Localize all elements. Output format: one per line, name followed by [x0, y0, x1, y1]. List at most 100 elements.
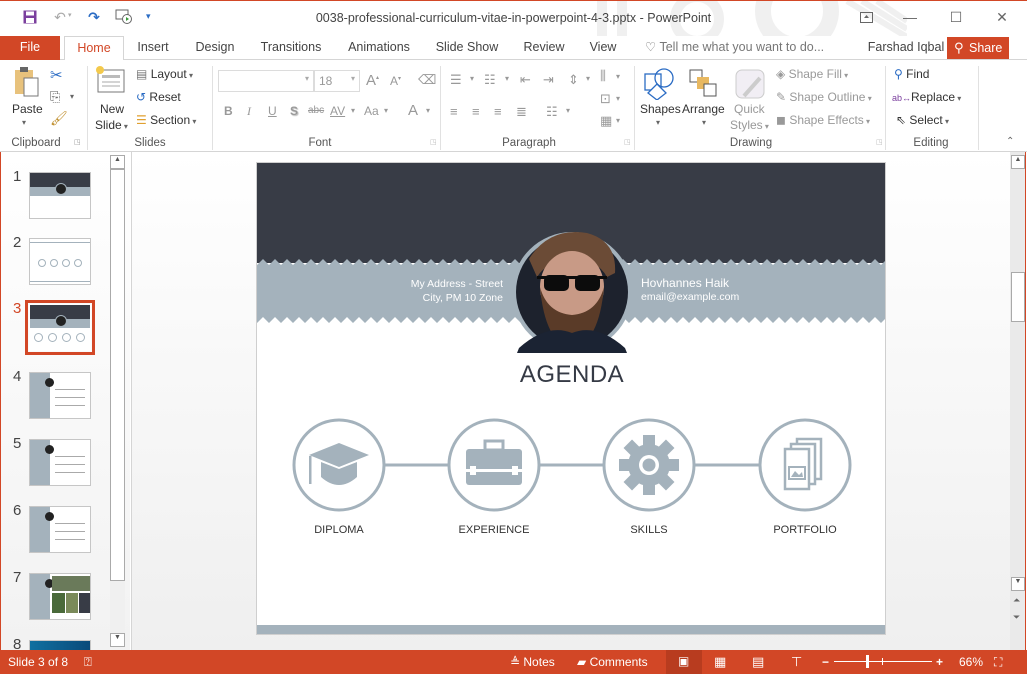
slide-thumbnail-4[interactable] [29, 372, 91, 419]
increase-indent-icon[interactable]: ⇥ [543, 72, 554, 88]
layout-button[interactable]: ▤ Layout ▾ [136, 67, 193, 81]
smartart-icon[interactable]: ▦ [600, 113, 612, 129]
tab-design[interactable]: Design [188, 36, 242, 60]
clipboard-launcher-icon[interactable]: ◳ [74, 138, 81, 146]
slide-thumbnail-2[interactable] [29, 238, 91, 285]
tab-slide-show[interactable]: Slide Show [430, 36, 504, 60]
zoom-slider-track[interactable] [834, 661, 932, 662]
close-icon[interactable]: ✕ [982, 5, 1022, 29]
bold-button[interactable]: B [224, 104, 233, 118]
underline-button[interactable]: U [268, 104, 277, 118]
font-launcher-icon[interactable]: ◳ [430, 138, 437, 146]
slide-canvas[interactable]: My Address - Street City, PM 10 Zone Hov… [256, 162, 886, 635]
thumbnail-scrollbar[interactable]: ▲ ▼ [110, 155, 125, 647]
slide-show-view-icon[interactable]: ⊤ [791, 654, 802, 670]
scroll-up-icon[interactable]: ▲ [1011, 155, 1025, 169]
quick-styles-label-1[interactable]: Quick [734, 102, 765, 116]
tab-review[interactable]: Review [516, 36, 572, 60]
comments-button[interactable]: ▰ Comments [577, 654, 648, 670]
paste-button[interactable] [12, 66, 42, 103]
numbering-icon[interactable]: ☷ [484, 72, 496, 88]
zoom-in-button[interactable]: + [936, 654, 943, 670]
slide-thumbnail-5[interactable] [29, 439, 91, 486]
section-button[interactable]: ☰ Section ▾ [136, 113, 196, 127]
slide-sorter-icon[interactable]: ▦ [714, 654, 726, 670]
spell-check-icon[interactable]: ⍰ [84, 654, 92, 670]
maximize-icon[interactable]: ☐ [936, 5, 976, 29]
align-right-icon[interactable]: ≡ [494, 104, 502, 119]
text-direction-dropdown-icon[interactable]: ▾ [616, 72, 620, 81]
tab-view[interactable]: View [582, 36, 624, 60]
shape-fill-button[interactable]: ◈ Shape Fill ▾ [776, 67, 848, 81]
arrange-label[interactable]: Arrange [682, 102, 725, 116]
shapes-icon[interactable] [642, 66, 676, 103]
scroll-up-icon[interactable]: ▲ [110, 155, 125, 169]
shape-outline-button[interactable]: ✎ Shape Outline ▾ [776, 90, 872, 104]
font-color-dropdown-icon[interactable]: ▾ [426, 106, 430, 115]
smartart-dropdown-icon[interactable]: ▾ [616, 116, 620, 125]
center-icon[interactable]: ≡ [472, 104, 480, 119]
editor-scrollbar[interactable]: ▲ ▼ ⏶ ⏷ [1010, 152, 1026, 650]
zoom-level[interactable]: 66% [959, 654, 983, 670]
line-spacing-dropdown-icon[interactable]: ▾ [586, 74, 590, 83]
scrollbar-thumb[interactable] [1011, 272, 1025, 322]
normal-view-button[interactable]: ▣ [666, 650, 702, 674]
line-spacing-icon[interactable]: ⇕ [568, 72, 579, 88]
paste-label[interactable]: Paste [12, 102, 43, 116]
align-left-icon[interactable]: ≡ [450, 104, 458, 119]
reset-button[interactable]: ↺ Reset [136, 90, 181, 104]
tab-insert[interactable]: Insert [128, 36, 178, 60]
new-slide-icon[interactable] [96, 66, 126, 97]
shadow-button[interactable]: S [290, 104, 298, 118]
font-color-button[interactable]: A [408, 102, 418, 119]
shape-effects-button[interactable]: ◼ Shape Effects ▾ [776, 113, 870, 127]
slide-thumbnail-1[interactable] [29, 172, 91, 219]
arrange-icon[interactable] [688, 68, 718, 101]
format-painter-icon[interactable]: 🖌 [50, 110, 68, 127]
scrollbar-thumb[interactable] [110, 169, 125, 581]
zoom-slider-thumb[interactable] [866, 655, 870, 668]
select-button[interactable]: ⇖ Select ▾ [896, 113, 949, 127]
tab-animations[interactable]: Animations [340, 36, 418, 60]
reading-view-icon[interactable]: ▤ [752, 654, 764, 670]
decrease-indent-icon[interactable]: ⇤ [520, 72, 531, 88]
slide-thumbnail-6[interactable] [29, 506, 91, 553]
italic-button[interactable]: I [247, 104, 251, 119]
bullets-icon[interactable]: ☰ [450, 72, 462, 88]
minimize-icon[interactable]: — [890, 5, 930, 29]
decrease-font-size-icon[interactable]: A▾ [390, 74, 401, 88]
quick-styles-button[interactable]: Styles ▾ [730, 118, 769, 132]
replace-button[interactable]: ab↔Replace ▾ [892, 90, 961, 104]
copy-dropdown-icon[interactable]: ▾ [70, 92, 74, 101]
cut-icon[interactable]: ✂ [50, 66, 63, 84]
shapes-label[interactable]: Shapes [640, 102, 681, 116]
previous-slide-icon[interactable]: ⏶ [1013, 595, 1020, 606]
font-name-combo[interactable]: ▾ [218, 70, 314, 92]
change-case-dropdown-icon[interactable]: ▾ [384, 106, 388, 115]
align-text-dropdown-icon[interactable]: ▾ [616, 94, 620, 103]
bullets-dropdown-icon[interactable]: ▾ [470, 74, 474, 83]
clear-formatting-icon[interactable]: ⌫ [418, 72, 436, 88]
columns-icon[interactable]: ☷ [546, 104, 558, 120]
slide-thumbnail-3[interactable] [25, 300, 95, 355]
quick-styles-icon[interactable] [734, 68, 766, 103]
fit-slide-icon[interactable]: ⛶ [994, 654, 1002, 670]
scroll-down-icon[interactable]: ▼ [1011, 577, 1025, 591]
ribbon-display-options-icon[interactable] [846, 5, 886, 29]
tab-home[interactable]: Home [64, 36, 124, 61]
tab-file[interactable]: File [0, 36, 60, 60]
columns-dropdown-icon[interactable]: ▾ [566, 106, 570, 115]
paragraph-launcher-icon[interactable]: ◳ [624, 138, 631, 146]
user-name[interactable]: Farshad Iqbal [866, 36, 946, 60]
notes-button[interactable]: ≜ Notes [510, 654, 555, 670]
tell-me-search[interactable]: ♡ Tell me what you want to do... [645, 36, 824, 59]
font-size-combo[interactable]: 18 ▾ [314, 70, 360, 92]
character-spacing-dropdown-icon[interactable]: ▾ [351, 106, 355, 115]
text-direction-icon[interactable]: ⫼ [600, 68, 606, 84]
align-text-icon[interactable]: ⊡ [600, 91, 611, 107]
shapes-dropdown-icon[interactable]: ▾ [656, 118, 660, 127]
zoom-out-button[interactable]: − [822, 654, 829, 670]
increase-font-size-icon[interactable]: A▴ [366, 72, 379, 89]
collapse-ribbon-icon[interactable]: ⌃ [1006, 136, 1014, 147]
tab-transitions[interactable]: Transitions [252, 36, 330, 60]
